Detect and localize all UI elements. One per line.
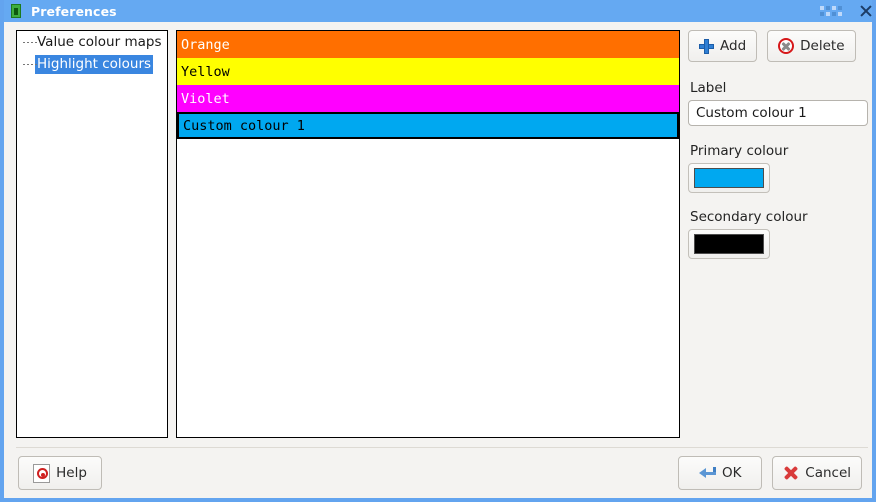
- settings-tree-panel[interactable]: Value colour maps Highlight colours: [16, 30, 168, 438]
- window-grip-dots: [820, 3, 854, 19]
- secondary-colour-button[interactable]: [688, 229, 770, 259]
- tree-connector-icon: [23, 64, 39, 65]
- primary-colour-swatch: [694, 168, 764, 188]
- colour-row-label: Yellow: [181, 63, 230, 80]
- help-icon: [33, 463, 51, 483]
- tree-item-label: Value colour maps: [37, 33, 162, 50]
- colour-properties-panel: Add Delete Label Custom colour 1 Primary…: [688, 30, 868, 259]
- cancel-button-label: Cancel: [805, 465, 851, 481]
- footer-left: Help: [18, 456, 102, 490]
- label-input[interactable]: Custom colour 1: [688, 100, 868, 126]
- colour-row-label: Violet: [181, 90, 230, 107]
- close-icon[interactable]: [856, 2, 872, 20]
- secondary-colour-swatch: [694, 234, 764, 254]
- footer-separator: [16, 447, 868, 448]
- list-item[interactable]: Violet: [177, 85, 679, 112]
- secondary-colour-caption: Secondary colour: [690, 209, 808, 225]
- tree-item-highlight-colours[interactable]: Highlight colours: [17, 53, 167, 75]
- app-icon: [8, 3, 24, 19]
- label-field-caption: Label: [690, 80, 727, 96]
- list-action-buttons: Add Delete: [688, 30, 868, 62]
- plus-icon: [699, 38, 714, 54]
- ok-button[interactable]: OK: [678, 456, 763, 490]
- primary-colour-button[interactable]: [688, 163, 770, 193]
- cross-icon: [783, 465, 799, 481]
- help-button[interactable]: Help: [18, 456, 102, 490]
- tree-connector-icon: [23, 42, 39, 43]
- primary-colour-caption: Primary colour: [690, 143, 789, 159]
- title-bar: Preferences: [4, 0, 872, 22]
- delete-button-label: Delete: [800, 38, 845, 54]
- delete-button[interactable]: Delete: [767, 30, 856, 62]
- enter-arrow-icon: [699, 466, 717, 481]
- colour-row-label: Orange: [181, 36, 230, 53]
- tree-item-label: Highlight colours: [35, 54, 154, 74]
- ok-button-label: OK: [722, 465, 742, 481]
- preferences-window: Preferences Value colour maps Highlight …: [0, 0, 876, 502]
- add-button-label: Add: [720, 38, 747, 54]
- list-item[interactable]: Yellow: [177, 58, 679, 85]
- footer-right: OK Cancel: [678, 456, 862, 490]
- label-input-value: Custom colour 1: [696, 105, 807, 121]
- colour-row-label: Custom colour 1: [183, 117, 305, 134]
- highlight-colour-list[interactable]: Orange Yellow Violet Custom colour 1: [176, 30, 680, 438]
- add-button[interactable]: Add: [688, 30, 758, 62]
- list-item-selected[interactable]: Custom colour 1: [177, 112, 679, 139]
- tree-item-value-colour-maps[interactable]: Value colour maps: [17, 31, 167, 53]
- window-title: Preferences: [31, 3, 117, 19]
- list-item[interactable]: Orange: [177, 31, 679, 58]
- help-button-label: Help: [56, 465, 87, 481]
- cancel-button[interactable]: Cancel: [772, 456, 862, 490]
- delete-circle-icon: [778, 38, 795, 54]
